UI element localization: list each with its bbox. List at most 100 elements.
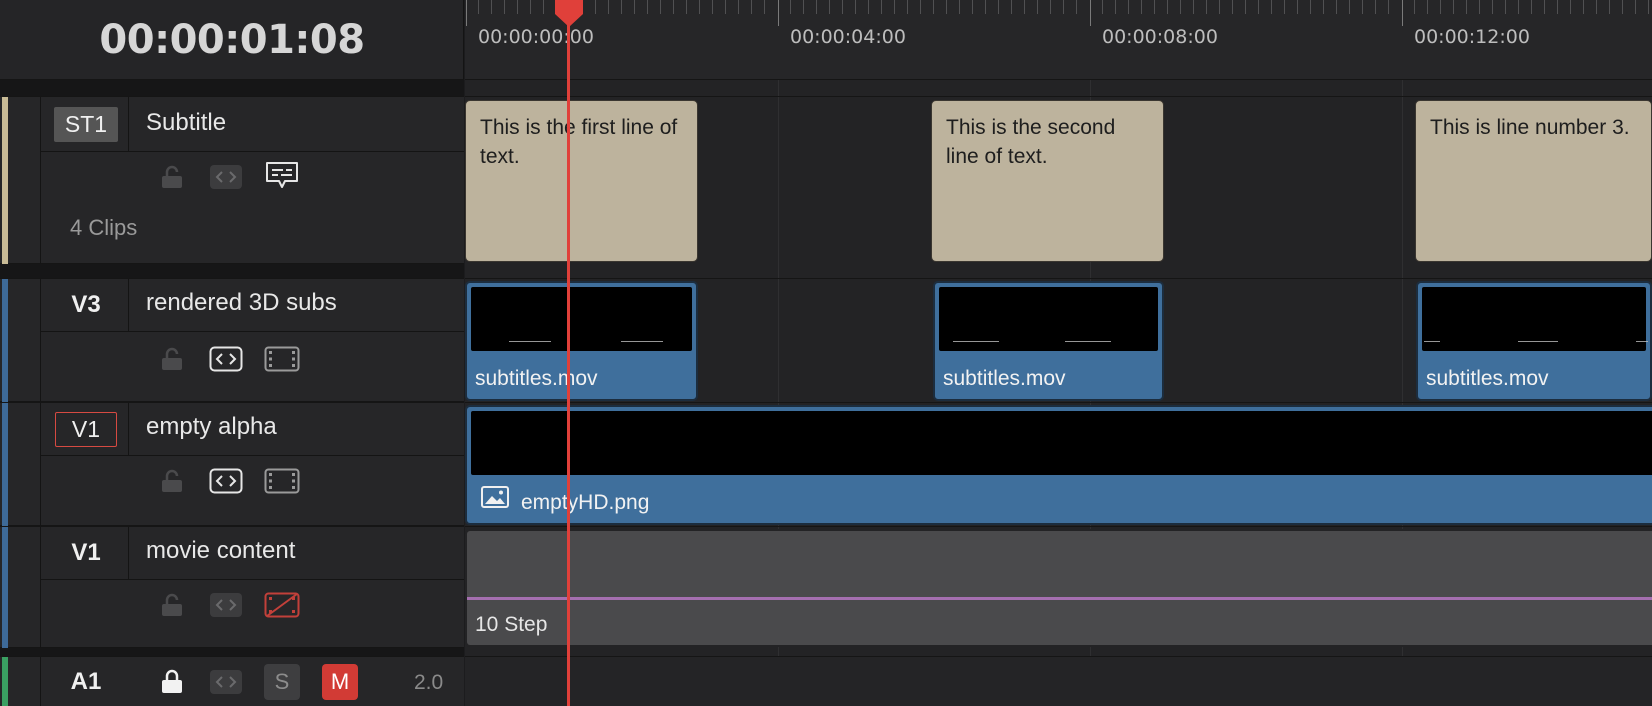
mute-button[interactable]: M xyxy=(322,664,358,700)
ruler-tick xyxy=(829,0,830,14)
auto-select-icon[interactable] xyxy=(206,591,246,619)
ruler-tick xyxy=(1583,0,1584,14)
ruler-tick xyxy=(517,0,518,14)
track-id-badge-st1[interactable]: ST1 xyxy=(53,106,119,142)
lane-a1[interactable] xyxy=(465,656,1652,706)
timecode-display[interactable]: 00:00:01:08 xyxy=(0,0,464,80)
subtitle-clip[interactable]: This is the first line of text. xyxy=(465,100,698,262)
lock-icon[interactable] xyxy=(152,345,192,373)
ruler-tick xyxy=(1323,0,1324,14)
ruler-tick xyxy=(1622,0,1623,14)
ruler-tick xyxy=(933,0,934,14)
subtitle-clip[interactable]: This is line number 3. xyxy=(1415,100,1652,262)
timeline-ruler[interactable]: 00:00:00:00 00:00:04:00 00:00:08:00 00:0… xyxy=(465,0,1652,80)
ruler-tick xyxy=(1219,0,1220,14)
clip-thumbnail xyxy=(471,287,692,351)
video-clip[interactable]: subtitles.mov xyxy=(1416,281,1652,401)
ruler-tick xyxy=(985,0,986,14)
lock-icon[interactable] xyxy=(152,163,192,191)
playhead-line[interactable] xyxy=(567,8,570,706)
ruler-tick xyxy=(881,0,882,14)
auto-select-icon[interactable] xyxy=(206,345,246,373)
column-divider xyxy=(40,97,41,265)
auto-select-icon[interactable] xyxy=(206,668,246,696)
ruler-tick xyxy=(855,0,856,14)
track-header-v1-movie-content[interactable]: V1 movie content xyxy=(0,526,464,649)
ruler-tick xyxy=(1402,0,1403,26)
ruler-tick xyxy=(751,0,752,14)
ruler-tick xyxy=(1063,0,1064,14)
ruler-tick xyxy=(1115,0,1116,14)
solo-button[interactable]: S xyxy=(264,664,300,700)
ruler-tick xyxy=(634,0,635,14)
lock-icon[interactable] xyxy=(152,667,192,695)
ruler-tick xyxy=(1090,0,1091,26)
ruler-tick xyxy=(1362,0,1363,14)
track-id[interactable]: V3 xyxy=(42,279,130,331)
lane-v3[interactable]: subtitles.mov subtitles.mov subtitles.mo… xyxy=(465,278,1652,402)
subtitle-clip[interactable]: This is the second line of text. xyxy=(931,100,1164,262)
video-clip[interactable]: subtitles.mov xyxy=(465,281,698,401)
clip-label: emptyHD.png xyxy=(521,491,650,514)
video-enable-icon[interactable] xyxy=(262,467,302,495)
lock-icon[interactable] xyxy=(152,467,192,495)
auto-select-icon[interactable] xyxy=(206,163,246,191)
lane-v1-movie-content[interactable]: 10 Step xyxy=(465,526,1652,648)
ruler-tick xyxy=(478,0,479,14)
ruler-tick xyxy=(1297,0,1298,14)
ruler-tick xyxy=(1531,0,1532,14)
ruler-tick xyxy=(1154,0,1155,14)
disabled-video-clip[interactable]: 10 Step xyxy=(465,529,1652,647)
track-id: ST1 xyxy=(42,99,130,149)
ruler-tick xyxy=(778,0,779,26)
video-disabled-icon[interactable] xyxy=(262,591,302,619)
video-clip[interactable]: emptyHD.png xyxy=(465,405,1652,525)
ruler-tick xyxy=(842,0,843,14)
track-name[interactable]: empty alpha xyxy=(146,413,277,441)
track-id[interactable]: V1 xyxy=(42,527,130,579)
track-name[interactable]: rendered 3D subs xyxy=(146,289,337,317)
clip-purple-line xyxy=(467,597,1652,600)
ruler-tick xyxy=(686,0,687,14)
subtitle-enable-icon[interactable] xyxy=(262,161,302,189)
track-name[interactable]: Subtitle xyxy=(146,109,226,137)
thumbnail-text-line xyxy=(621,341,663,342)
ruler-tick xyxy=(764,0,765,14)
lock-icon[interactable] xyxy=(152,591,192,619)
clip-label: subtitles.mov xyxy=(475,367,598,390)
video-clip[interactable]: subtitles.mov xyxy=(933,281,1164,401)
playhead-marker-icon[interactable] xyxy=(553,0,585,33)
ruler-tick xyxy=(1557,0,1558,14)
track-id-badge-v1[interactable]: V1 xyxy=(54,411,118,447)
track-header-v3[interactable]: V3 rendered 3D subs xyxy=(0,278,464,403)
timeline-area[interactable]: 00:00:00:00 00:00:04:00 00:00:08:00 00:0… xyxy=(465,0,1652,706)
header-spacer xyxy=(0,264,464,278)
ruler-tick xyxy=(673,0,674,14)
ruler-tick xyxy=(1375,0,1376,14)
ruler-tick xyxy=(1336,0,1337,14)
track-header-v1-empty-alpha[interactable]: V1 empty alpha xyxy=(0,402,464,527)
ruler-tick xyxy=(491,0,492,14)
track-color-strip xyxy=(2,657,8,706)
ruler-tick xyxy=(1167,0,1168,14)
column-divider xyxy=(40,527,41,649)
column-divider xyxy=(40,657,41,706)
lane-v1-empty-alpha[interactable]: emptyHD.png xyxy=(465,402,1652,526)
ruler-tick xyxy=(1596,0,1597,14)
ruler-tick xyxy=(1479,0,1480,14)
row-divider xyxy=(40,331,464,332)
track-header-subtitle[interactable]: ST1 Subtitle 4 Clips xyxy=(0,96,464,265)
track-name[interactable]: movie content xyxy=(146,537,295,565)
header-spacer xyxy=(0,648,464,656)
ruler-tick xyxy=(1102,0,1103,14)
ruler-tick xyxy=(699,0,700,14)
ruler-tick xyxy=(816,0,817,14)
video-enable-icon[interactable] xyxy=(262,345,302,373)
ruler-tick xyxy=(1492,0,1493,14)
ruler-tick xyxy=(868,0,869,14)
track-id[interactable]: A1 xyxy=(42,657,130,706)
lane-subtitle[interactable]: This is the first line of text. This is … xyxy=(465,96,1652,264)
track-header-a1[interactable]: A1 S M 2.0 xyxy=(0,656,464,706)
track-header-panel: 00:00:01:08 ST1 Subtitle 4 Clips V3 rend… xyxy=(0,0,464,706)
auto-select-icon[interactable] xyxy=(206,467,246,495)
